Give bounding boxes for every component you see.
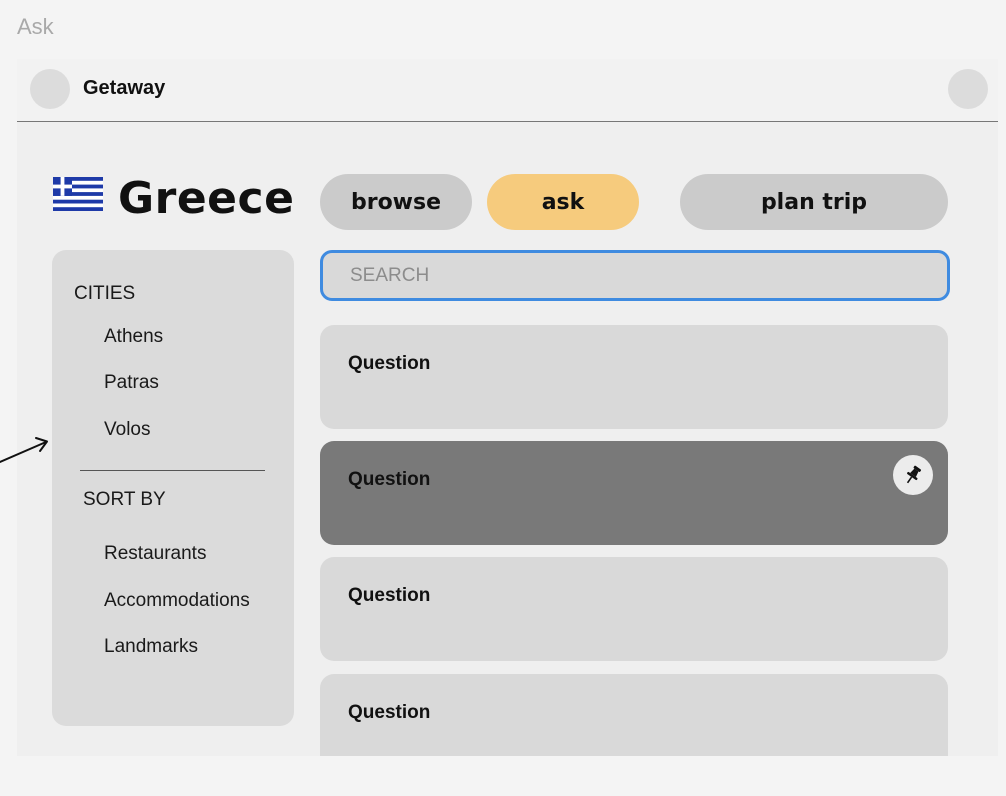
question-title: Question [348, 353, 431, 374]
sidebar-item-accommodations[interactable]: Accommodations [104, 590, 250, 612]
pin-icon[interactable] [893, 455, 933, 495]
question-card-selected[interactable]: Question [320, 441, 948, 545]
tab-plan-trip[interactable]: plan trip [680, 174, 948, 230]
app-title: Getaway [83, 77, 166, 99]
greece-flag-icon [53, 177, 103, 211]
sidebar-item-patras[interactable]: Patras [104, 372, 159, 394]
question-card[interactable]: Question [320, 674, 948, 756]
top-bar: Getaway [17, 59, 998, 122]
menu-avatar-icon[interactable] [30, 69, 70, 109]
search-input[interactable] [320, 250, 950, 301]
sidebar-item-volos[interactable]: Volos [104, 419, 150, 441]
app-frame: Getaway Greece browse ask plan trip CITI… [17, 59, 998, 756]
question-card[interactable]: Question [320, 325, 948, 429]
sidebar-item-restaurants[interactable]: Restaurants [104, 543, 206, 565]
page-title: Greece [118, 173, 295, 224]
profile-avatar-icon[interactable] [948, 69, 988, 109]
tab-browse[interactable]: browse [320, 174, 472, 230]
question-title: Question [348, 585, 431, 606]
tab-ask[interactable]: ask [487, 174, 639, 230]
annotation-arrow-icon [0, 437, 48, 463]
question-title: Question [348, 469, 431, 490]
sidebar-divider [80, 470, 265, 471]
sort-by-heading: SORT BY [83, 489, 166, 510]
filter-sidebar: CITIES Athens Patras Volos SORT BY Resta… [52, 250, 294, 726]
question-title: Question [348, 702, 431, 723]
sidebar-item-athens[interactable]: Athens [104, 326, 163, 348]
sidebar-item-landmarks[interactable]: Landmarks [104, 636, 198, 658]
frame-label: Ask [17, 14, 54, 39]
question-card[interactable]: Question [320, 557, 948, 661]
cities-heading: CITIES [74, 283, 136, 304]
